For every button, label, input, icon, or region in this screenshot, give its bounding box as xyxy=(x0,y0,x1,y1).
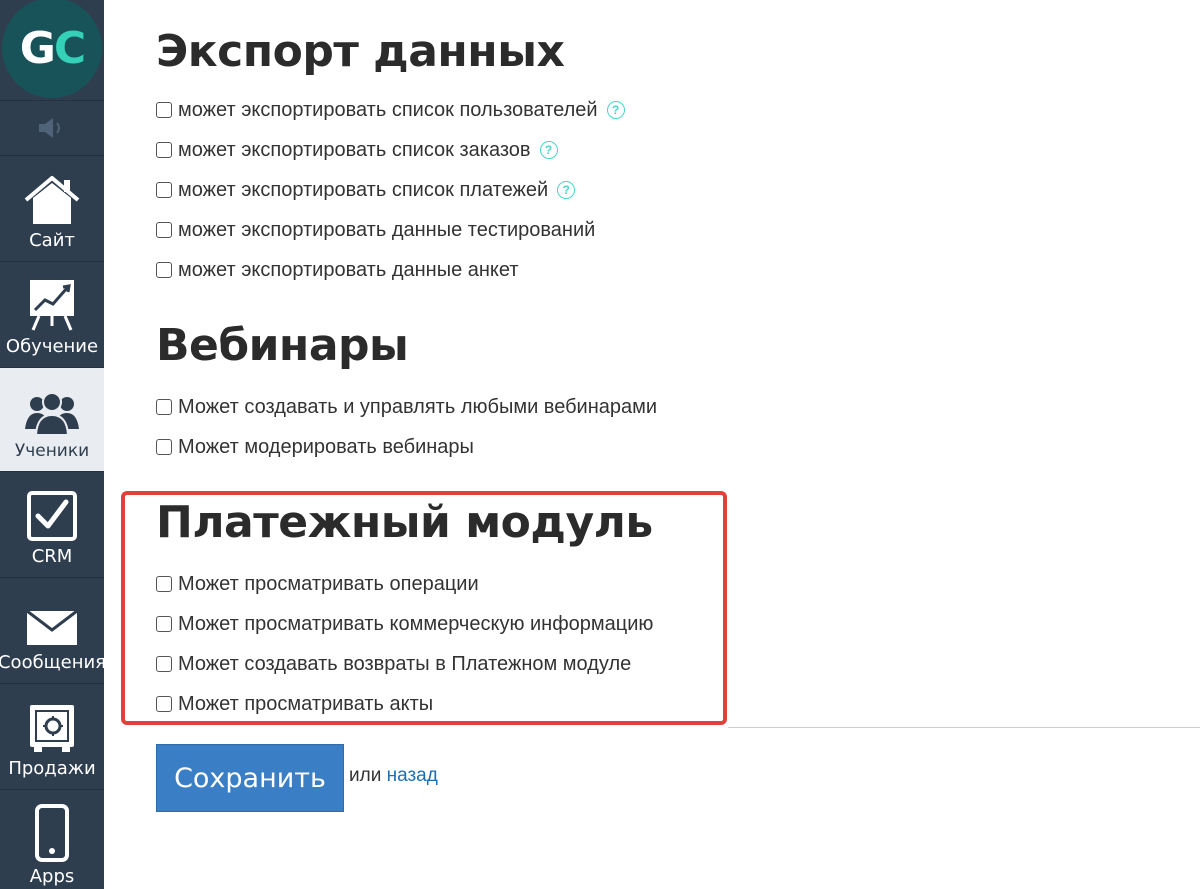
option-label: может экспортировать список платежей xyxy=(178,178,549,201)
logo-circle: GC xyxy=(2,0,102,98)
option-label: может экспортировать данные анкет xyxy=(178,258,519,281)
sidebar-item-label: Сообщения xyxy=(0,652,107,673)
help-icon[interactable]: ? xyxy=(606,101,625,119)
sidebar-item-label: Обучение xyxy=(5,336,99,357)
logo-text: GC xyxy=(19,22,86,74)
section-title-data-export: Экспорт данных xyxy=(156,26,565,77)
sidebar-item-students[interactable]: Ученики xyxy=(0,368,104,472)
option-view-operations[interactable]: Может просматривать операции xyxy=(156,572,479,596)
checkbox[interactable] xyxy=(156,399,172,415)
sidebar-item-label: Ученики xyxy=(14,441,90,461)
option-label: может экспортировать список заказов xyxy=(178,138,531,161)
section-title-webinars: Вебинары xyxy=(156,320,409,371)
sidebar-item-apps[interactable]: Apps xyxy=(0,790,104,889)
help-icon[interactable]: ? xyxy=(539,141,558,159)
option-label: Может просматривать коммерческую информа… xyxy=(178,612,654,635)
option-label: может экспортировать данные тестирований xyxy=(178,218,596,241)
option-label: Может просматривать акты xyxy=(178,692,434,715)
checkbox[interactable] xyxy=(156,616,172,632)
checkbox[interactable] xyxy=(156,222,172,238)
checkbox[interactable] xyxy=(156,142,172,158)
option-create-refunds[interactable]: Может создавать возвраты в Платежном мод… xyxy=(156,652,631,676)
checkbox[interactable] xyxy=(156,696,172,712)
option-export-users[interactable]: может экспортировать список пользователе… xyxy=(156,98,625,122)
option-label: Может модерировать вебинары xyxy=(178,435,474,458)
sidebar: GC Сайт Обучение Ученики CRM Сообщения П… xyxy=(0,0,107,889)
or-text: или xyxy=(349,765,382,786)
sound-toggle[interactable] xyxy=(0,101,104,156)
option-manage-webinars[interactable]: Может создавать и управлять любыми вебин… xyxy=(156,395,657,419)
checkbox[interactable] xyxy=(156,102,172,118)
safe-icon xyxy=(30,705,74,752)
option-label: Может просматривать операции xyxy=(178,572,479,595)
speaker-icon xyxy=(39,118,60,138)
option-view-acts[interactable]: Может просматривать акты xyxy=(156,692,433,716)
logo-letter-c: C xyxy=(53,22,86,74)
option-export-tests[interactable]: может экспортировать данные тестирований xyxy=(156,218,595,242)
permissions-form: Экспорт данных может экспортировать спис… xyxy=(104,0,1200,889)
or-back-text: или назад xyxy=(349,765,438,787)
sidebar-item-label: CRM xyxy=(31,546,73,567)
option-view-commercial-info[interactable]: Может просматривать коммерческую информа… xyxy=(156,612,653,636)
checkbox-icon xyxy=(27,491,77,541)
page: GC Сайт Обучение Ученики CRM Сообщения П… xyxy=(0,0,1200,889)
sidebar-item-learning[interactable]: Обучение xyxy=(0,262,104,368)
sidebar-item-sales[interactable]: Продажи xyxy=(0,684,104,790)
checkbox[interactable] xyxy=(156,656,172,672)
logo[interactable]: GC xyxy=(0,0,104,101)
sidebar-item-label: Apps xyxy=(29,866,75,887)
option-label: Может создавать возвраты в Платежном мод… xyxy=(178,652,632,675)
option-export-orders[interactable]: может экспортировать список заказов ? xyxy=(156,138,558,162)
back-link[interactable]: назад xyxy=(387,765,438,786)
option-export-payments[interactable]: может экспортировать список платежей ? xyxy=(156,178,576,202)
option-export-surveys[interactable]: может экспортировать данные анкет xyxy=(156,258,519,282)
chart-board-icon xyxy=(30,280,74,331)
sidebar-item-label: Продажи xyxy=(8,758,96,779)
help-icon[interactable]: ? xyxy=(557,181,576,199)
envelope-icon xyxy=(26,609,78,645)
home-icon xyxy=(24,176,80,224)
sidebar-item-messages[interactable]: Сообщения xyxy=(0,578,107,684)
option-label: может экспортировать список пользователе… xyxy=(178,98,598,121)
section-title-payment-module: Платежный модуль xyxy=(156,497,653,548)
phone-icon xyxy=(35,804,69,862)
sidebar-item-label: Сайт xyxy=(29,230,75,251)
users-icon xyxy=(25,392,79,436)
checkbox[interactable] xyxy=(156,439,172,455)
save-button[interactable]: Сохранить xyxy=(156,744,344,812)
sidebar-item-site[interactable]: Сайт xyxy=(0,156,104,262)
checkbox[interactable] xyxy=(156,262,172,278)
checkbox[interactable] xyxy=(156,182,172,198)
option-label: Может создавать и управлять любыми вебин… xyxy=(178,395,658,418)
logo-letter-g: G xyxy=(19,22,56,74)
option-moderate-webinars[interactable]: Может модерировать вебинары xyxy=(156,435,474,459)
checkbox[interactable] xyxy=(156,576,172,592)
sidebar-item-crm[interactable]: CRM xyxy=(0,472,104,578)
divider xyxy=(728,727,1200,728)
